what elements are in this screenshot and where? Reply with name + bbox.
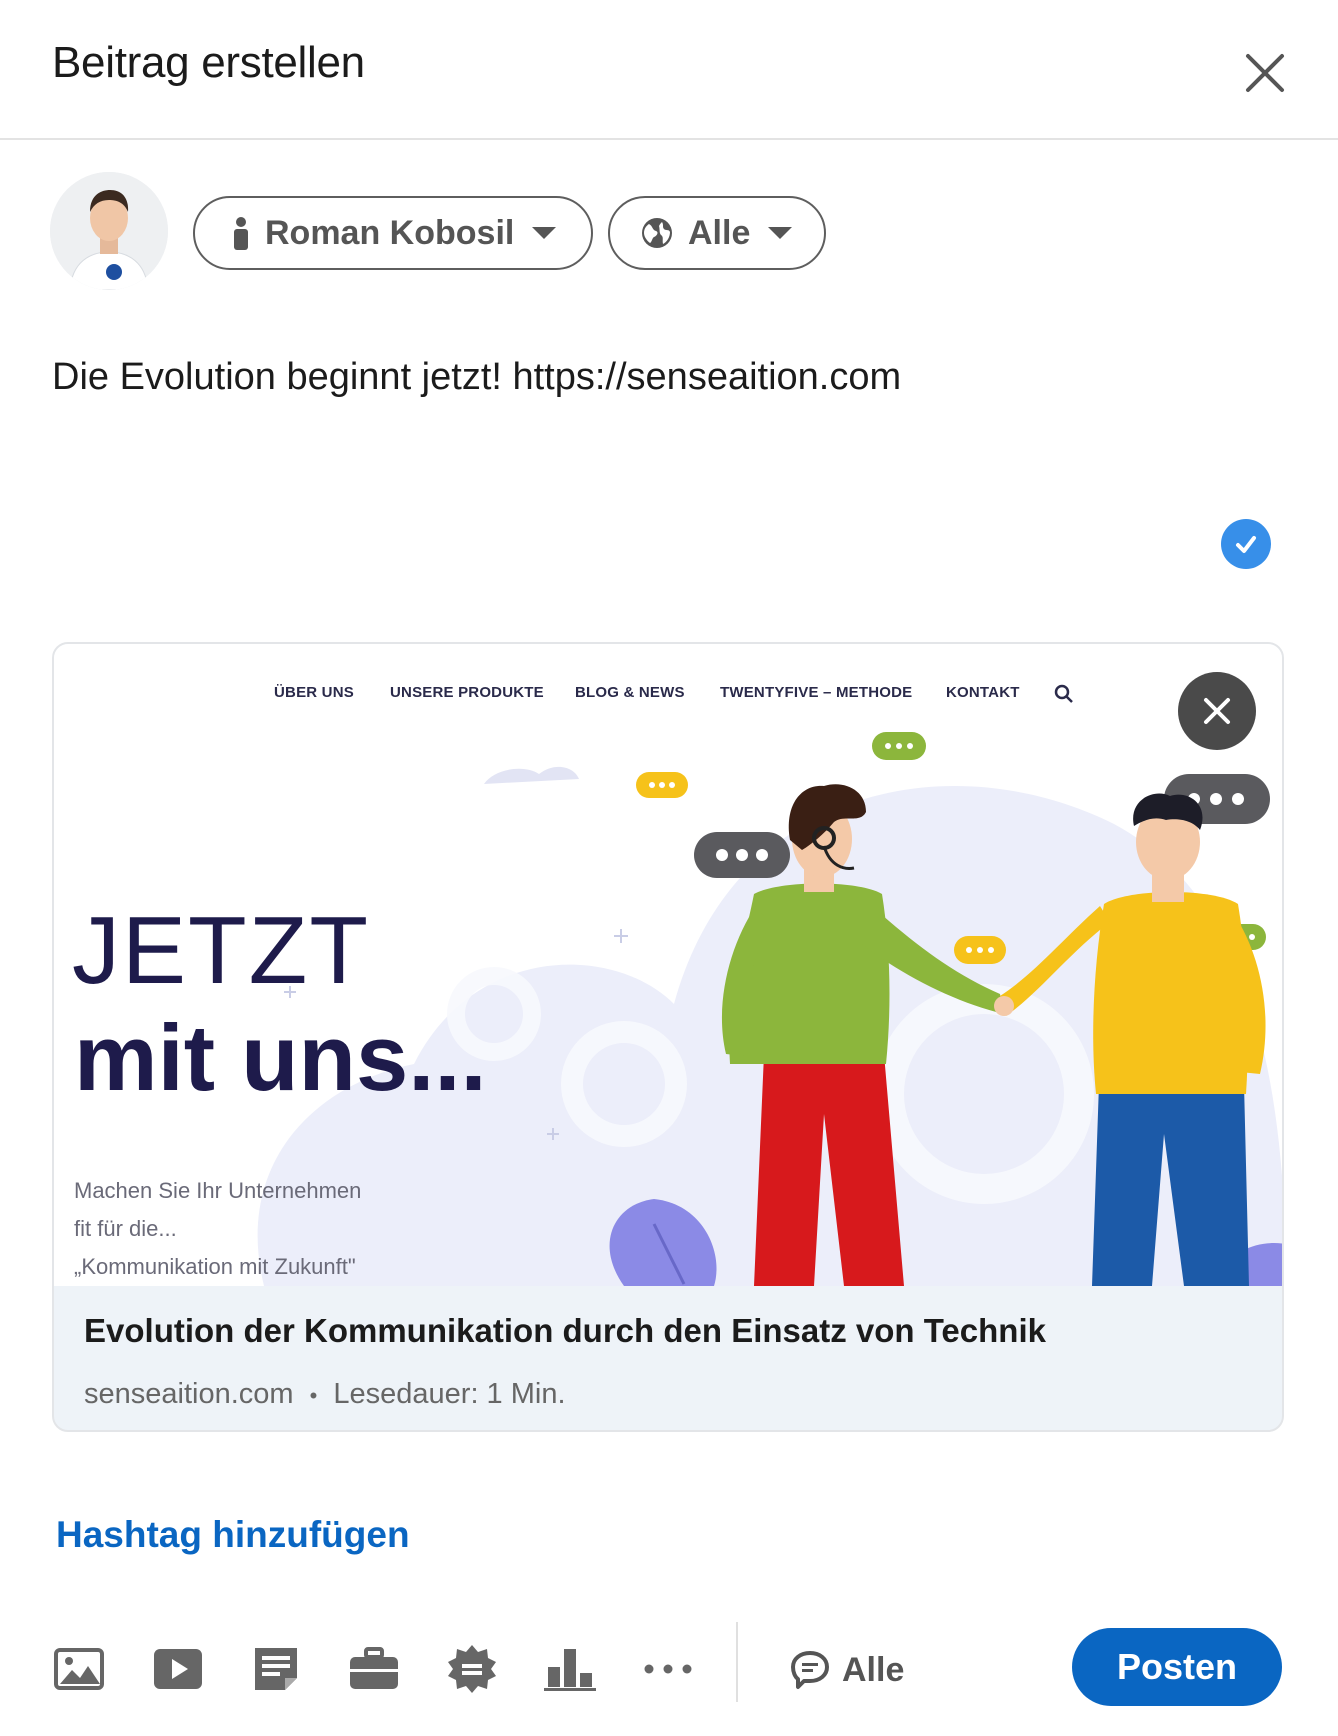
dialog-title: Beitrag erstellen (52, 38, 365, 87)
close-icon (1204, 698, 1230, 724)
post-toolbar: Alle Posten (0, 1620, 1338, 1720)
person-icon (234, 217, 248, 250)
preview-tagline: Machen Sie Ihr Unternehmen (74, 1178, 362, 1203)
celebrate-button[interactable] (437, 1634, 507, 1704)
preview-title: Evolution der Kommunikation durch den Ei… (84, 1312, 1046, 1349)
dialog-header: Beitrag erstellen (0, 0, 1338, 140)
preview-nav-item: UNSERE PRODUKTE (390, 684, 544, 701)
close-button[interactable] (1234, 42, 1296, 104)
remove-preview-button[interactable] (1178, 672, 1256, 750)
post-button[interactable]: Posten (1072, 1628, 1282, 1706)
caret-down-icon (768, 227, 793, 239)
add-poll-button[interactable] (535, 1634, 605, 1704)
preview-nav-item: TWENTYFIVE – METHODE (720, 684, 913, 701)
document-icon (255, 1648, 297, 1690)
comment-control-button[interactable]: Alle (790, 1642, 904, 1698)
video-icon (154, 1649, 202, 1689)
add-job-button[interactable] (339, 1634, 409, 1704)
job-icon (350, 1647, 398, 1689)
post-text-editor[interactable]: Die Evolution beginnt jetzt! https://sen… (52, 356, 901, 399)
close-icon (1246, 54, 1284, 92)
author-name: Roman Kobosil (265, 213, 515, 252)
preview-nav-item: ÜBER UNS (274, 684, 354, 701)
preview-nav: ÜBER UNS UNSERE PRODUKTE BLOG & NEWS TWE… (54, 684, 1282, 714)
image-icon (54, 1648, 104, 1690)
check-icon (1221, 519, 1271, 569)
preview-tagline: fit für die... (74, 1216, 177, 1241)
preview-headline-bold: mit uns... (74, 1005, 487, 1110)
poll-icon (544, 1649, 596, 1691)
add-document-button[interactable] (241, 1634, 311, 1704)
add-image-button[interactable] (44, 1634, 114, 1704)
preview-separator: • (309, 1383, 318, 1408)
comment-control-label: Alle (842, 1650, 905, 1689)
add-video-button[interactable] (143, 1634, 213, 1704)
author-selector[interactable]: Roman Kobosil (193, 196, 593, 270)
add-hashtag-link[interactable]: Hashtag hinzufügen (56, 1514, 410, 1556)
preview-reading-time: Lesedauer: 1 Min. (333, 1378, 566, 1410)
preview-tagline: „Kommunikation mit Zukunft" (74, 1254, 356, 1279)
globe-icon (642, 218, 672, 248)
preview-nav-item: KONTAKT (946, 684, 1020, 701)
preview-nav-item: BLOG & NEWS (575, 684, 685, 701)
link-preview-card[interactable]: ÜBER UNS UNSERE PRODUKTE BLOG & NEWS TWE… (52, 642, 1284, 1432)
avatar (50, 172, 168, 290)
search-icon (1054, 684, 1073, 703)
preview-meta: senseaition.com • Lesedauer: 1 Min. (84, 1378, 566, 1411)
toolbar-divider (736, 1622, 738, 1702)
more-icon (644, 1664, 692, 1674)
visibility-label: Alle (688, 213, 751, 252)
caret-down-icon (532, 227, 557, 239)
visibility-selector[interactable]: Alle (608, 196, 826, 270)
comment-icon (791, 1651, 829, 1689)
celebrate-icon (448, 1645, 496, 1693)
preview-domain: senseaition.com (84, 1378, 294, 1410)
more-options-button[interactable] (633, 1634, 703, 1704)
preview-image: ÜBER UNS UNSERE PRODUKTE BLOG & NEWS TWE… (54, 644, 1282, 1286)
preview-headline: JETZT (72, 897, 370, 1004)
